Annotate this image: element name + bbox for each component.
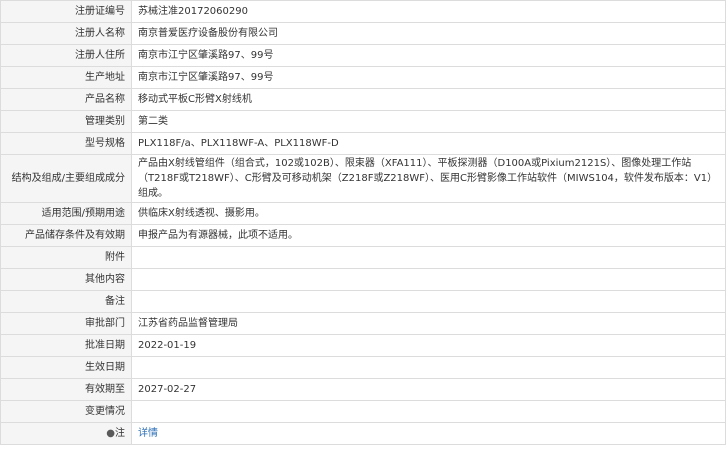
field-value: PLX118F/a、PLX118WF-A、PLX118WF-D: [131, 132, 726, 155]
row-note: ●注 详情: [0, 422, 726, 445]
row-registrant-name: 注册人名称 南京普爱医疗设备股份有限公司: [0, 22, 726, 45]
row-product-name: 产品名称 移动式平板C形臂X射线机: [0, 88, 726, 111]
field-value: [131, 246, 726, 269]
row-structure-composition: 结构及组成/主要组成成分 产品由X射线管组件（组合式，102或102B）、限束器…: [0, 154, 726, 203]
field-value: 供临床X射线透视、摄影用。: [131, 202, 726, 225]
row-intended-use: 适用范围/预期用途 供临床X射线透视、摄影用。: [0, 202, 726, 225]
field-label: 批准日期: [0, 334, 132, 357]
field-label: 有效期至: [0, 378, 132, 401]
field-value: 第二类: [131, 110, 726, 133]
field-value: 移动式平板C形臂X射线机: [131, 88, 726, 111]
field-value: 产品由X射线管组件（组合式，102或102B）、限束器（XFA111）、平板探测…: [131, 154, 726, 203]
row-attachments: 附件: [0, 246, 726, 269]
field-label: 附件: [0, 246, 132, 269]
row-registration-number: 注册证编号 苏械注准20172060290: [0, 0, 726, 23]
field-label: 管理类别: [0, 110, 132, 133]
field-label: 备注: [0, 290, 132, 313]
row-effective-date: 生效日期: [0, 356, 726, 379]
note-label-cell: ●注: [0, 422, 132, 445]
field-value: 江苏省药品监督管理局: [131, 312, 726, 335]
field-label: 生效日期: [0, 356, 132, 379]
field-label: 产品名称: [0, 88, 132, 111]
row-approval-date: 批准日期 2022-01-19: [0, 334, 726, 357]
row-other-content: 其他内容: [0, 268, 726, 291]
field-label: 适用范围/预期用途: [0, 202, 132, 225]
note-value-cell: 详情: [131, 422, 726, 445]
field-label: 注册人名称: [0, 22, 132, 45]
field-value: 南京市江宁区肇溪路97、99号: [131, 66, 726, 89]
row-remarks: 备注: [0, 290, 726, 313]
field-label: 审批部门: [0, 312, 132, 335]
details-link[interactable]: 详情: [138, 428, 158, 439]
row-registrant-address: 注册人住所 南京市江宁区肇溪路97、99号: [0, 44, 726, 67]
row-change-status: 变更情况: [0, 400, 726, 423]
row-production-address: 生产地址 南京市江宁区肇溪路97、99号: [0, 66, 726, 89]
field-label: 产品储存条件及有效期: [0, 224, 132, 247]
field-label: 变更情况: [0, 400, 132, 423]
field-value: 2027-02-27: [131, 378, 726, 401]
field-value: [131, 268, 726, 291]
field-label: 生产地址: [0, 66, 132, 89]
registration-details-table: 注册证编号 苏械注准20172060290 注册人名称 南京普爱医疗设备股份有限…: [0, 0, 726, 445]
row-management-class: 管理类别 第二类: [0, 110, 726, 133]
field-value: [131, 356, 726, 379]
field-value: [131, 290, 726, 313]
row-storage-validity: 产品储存条件及有效期 申报产品为有源器械，此项不适用。: [0, 224, 726, 247]
field-value: 2022-01-19: [131, 334, 726, 357]
row-model-spec: 型号规格 PLX118F/a、PLX118WF-A、PLX118WF-D: [0, 132, 726, 155]
field-label: 结构及组成/主要组成成分: [0, 154, 132, 203]
field-value: 苏械注准20172060290: [131, 0, 726, 23]
note-label: 注: [115, 428, 125, 439]
field-value: [131, 400, 726, 423]
field-label: 注册证编号: [0, 0, 132, 23]
row-approval-department: 审批部门 江苏省药品监督管理局: [0, 312, 726, 335]
row-valid-until: 有效期至 2027-02-27: [0, 378, 726, 401]
pin-icon: ●: [106, 428, 115, 439]
field-label: 注册人住所: [0, 44, 132, 67]
field-label: 其他内容: [0, 268, 132, 291]
field-value: 南京市江宁区肇溪路97、99号: [131, 44, 726, 67]
field-value: 申报产品为有源器械，此项不适用。: [131, 224, 726, 247]
field-value: 南京普爱医疗设备股份有限公司: [131, 22, 726, 45]
field-label: 型号规格: [0, 132, 132, 155]
